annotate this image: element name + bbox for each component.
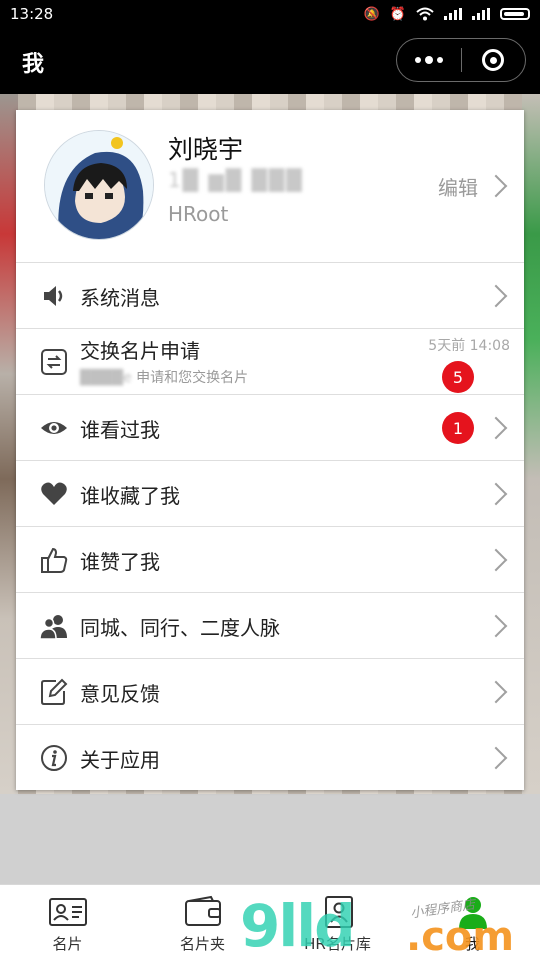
- menu-item-label: 同城、同行、二度人脉: [80, 616, 280, 640]
- profile-header[interactable]: 刘晓宇 1█ ▆█ ███ HRoot 编辑: [16, 110, 524, 263]
- menu-item-label: 关于应用: [80, 748, 160, 772]
- menu-item-card-exchange[interactable]: 交换名片申请 ████e 申请和您交换名片 5天前 14:08 5: [16, 329, 524, 395]
- menu-item-about[interactable]: 关于应用: [16, 725, 524, 790]
- edit-icon: [41, 678, 68, 705]
- menu-item-who-favorited-me[interactable]: 谁收藏了我: [16, 461, 524, 527]
- profile-role: HRoot: [168, 202, 229, 226]
- menu-item-feedback[interactable]: 意见反馈: [16, 659, 524, 725]
- exchange-subtitle: ████e 申请和您交换名片: [80, 367, 248, 387]
- tab-card-holder[interactable]: 名片夹: [135, 885, 270, 961]
- chevron-right-icon: [484, 482, 508, 506]
- tab-label: 名片夹: [179, 935, 225, 953]
- contacts-icon: [40, 615, 67, 640]
- signal-icon-2: [472, 8, 490, 20]
- chevron-right-icon: [484, 548, 508, 572]
- menu-item-label: 交换名片申请: [80, 339, 200, 363]
- signal-icon: [444, 8, 462, 20]
- unread-badge: 5: [442, 361, 474, 393]
- unread-badge: 1: [442, 412, 474, 444]
- menu-item-label: 系统消息: [80, 286, 160, 310]
- thumbs-up-icon: [41, 547, 68, 573]
- tab-bar: 名片 名片夹 HR名片库 我: [0, 884, 540, 961]
- status-time: 13:28: [10, 5, 54, 23]
- background-right: [522, 94, 540, 794]
- profile-name: 刘晓宇: [168, 135, 244, 164]
- menu-item-who-viewed-me[interactable]: 谁看过我 1: [16, 395, 524, 461]
- status-icons: 🔕 ⏰: [364, 7, 530, 21]
- menu-item-system-messages[interactable]: 系统消息: [16, 263, 524, 329]
- chevron-right-icon: [484, 680, 508, 704]
- menu-item-connections[interactable]: 同城、同行、二度人脉: [16, 593, 524, 659]
- menu-item-who-liked-me[interactable]: 谁赞了我: [16, 527, 524, 593]
- target-icon: [482, 49, 505, 71]
- menu-item-label: 谁看过我: [80, 418, 160, 442]
- avatar-image: [45, 131, 153, 239]
- exchange-time: 5天前 14:08: [428, 338, 510, 354]
- profile-card: 刘晓宇 1█ ▆█ ███ HRoot 编辑 系统消息 交换名片申请 ████e…: [16, 110, 524, 790]
- library-icon: [324, 896, 353, 928]
- mute-icon: 🔕: [363, 6, 380, 22]
- exchange-icon: [41, 349, 67, 375]
- speaker-icon: [44, 286, 63, 306]
- chevron-right-icon: [484, 746, 508, 770]
- tab-label: 名片: [52, 935, 83, 953]
- tab-me[interactable]: 我: [405, 885, 540, 961]
- tab-hr-library[interactable]: HR名片库: [270, 885, 405, 961]
- id-card-icon: [48, 898, 87, 926]
- exchange-desc: 申请和您交换名片: [131, 370, 249, 386]
- more-button[interactable]: [397, 39, 461, 81]
- avatar[interactable]: [44, 130, 154, 240]
- alarm-icon: ⏰: [389, 6, 406, 22]
- chevron-right-icon: [484, 174, 508, 198]
- miniprogram-capsule: [396, 38, 526, 82]
- battery-icon: [500, 8, 530, 20]
- profile-phone: 1█ ▆█ ███: [168, 168, 304, 192]
- more-icon: [414, 56, 443, 64]
- nav-bar: 我: [0, 28, 540, 94]
- background-bottom: [0, 794, 540, 884]
- wallet-icon: [184, 895, 221, 926]
- page-title: 我: [22, 52, 45, 77]
- tab-label: HR名片库: [304, 935, 371, 953]
- heart-icon: [41, 482, 67, 505]
- menu-item-label: 谁赞了我: [80, 550, 160, 574]
- exchange-requester: ████e: [80, 370, 132, 386]
- chevron-right-icon: [484, 284, 508, 308]
- menu-item-label: 意见反馈: [80, 682, 160, 706]
- person-icon: [458, 897, 487, 929]
- info-icon: [41, 745, 67, 771]
- menu-item-label: 谁收藏了我: [80, 484, 180, 508]
- chevron-right-icon: [484, 614, 508, 638]
- chevron-right-icon: [484, 416, 508, 440]
- eye-icon: [41, 422, 67, 434]
- edit-label[interactable]: 编辑: [438, 172, 478, 201]
- wifi-icon: [416, 7, 434, 21]
- tab-card[interactable]: 名片: [0, 885, 135, 961]
- tab-label: 我: [464, 935, 480, 953]
- close-miniprogram-button[interactable]: [462, 39, 526, 81]
- status-bar: 13:28 🔕 ⏰: [0, 0, 540, 28]
